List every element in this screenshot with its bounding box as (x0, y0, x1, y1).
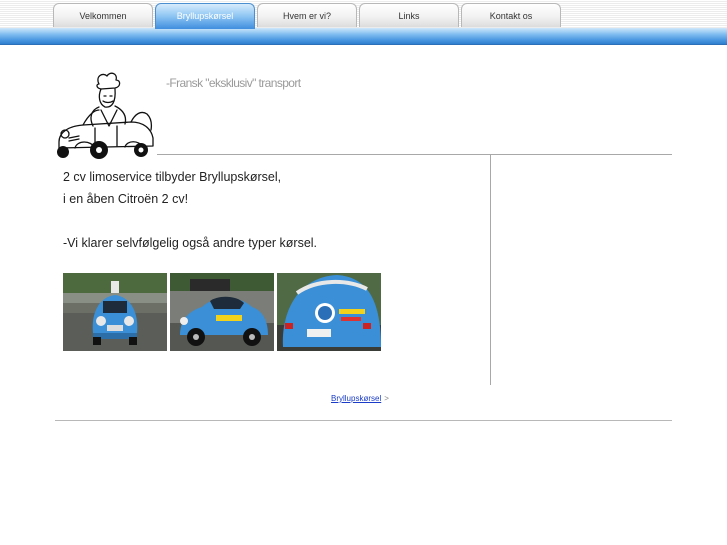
tab-kontakt-os[interactable]: Kontakt os (461, 3, 561, 27)
arrow-icon: > (384, 394, 389, 403)
divider-bottom (55, 420, 672, 421)
intro-line-1: 2 cv limoservice tilbyder Bryllupskørsel… (63, 170, 282, 184)
photo-gallery (63, 273, 381, 351)
tagline: -Fransk "eksklusiv" transport (166, 76, 301, 90)
column-divider (490, 155, 491, 385)
footer-breadcrumb: Bryllupskørsel > (331, 394, 389, 403)
main-content: 2 cv limoservice tilbyder Bryllupskørsel… (63, 166, 483, 254)
intro-line-2: i en åben Citroën 2 cv! (63, 192, 189, 206)
tab-links[interactable]: Links (359, 3, 459, 27)
footer-link-bryllupskorsel[interactable]: Bryllupskørsel (331, 394, 381, 403)
tab-hvem-er-vi[interactable]: Hvem er vi? (257, 3, 357, 27)
car-photo-front[interactable] (63, 273, 167, 351)
blue-header-bar (0, 28, 727, 45)
divider-top (157, 154, 672, 155)
tab-bryllupskorsel[interactable]: Bryllupskørsel (155, 3, 255, 29)
car-photo-rear[interactable] (277, 273, 381, 351)
car-photo-side[interactable] (170, 273, 274, 351)
nav-tabs: Velkommen Bryllupskørsel Hvem er vi? Lin… (53, 3, 563, 29)
tab-velkommen[interactable]: Velkommen (53, 3, 153, 27)
chef-driving-2cv-icon (57, 72, 154, 159)
intro-line-3: -Vi klarer selvfølgelig også andre typer… (63, 236, 318, 250)
